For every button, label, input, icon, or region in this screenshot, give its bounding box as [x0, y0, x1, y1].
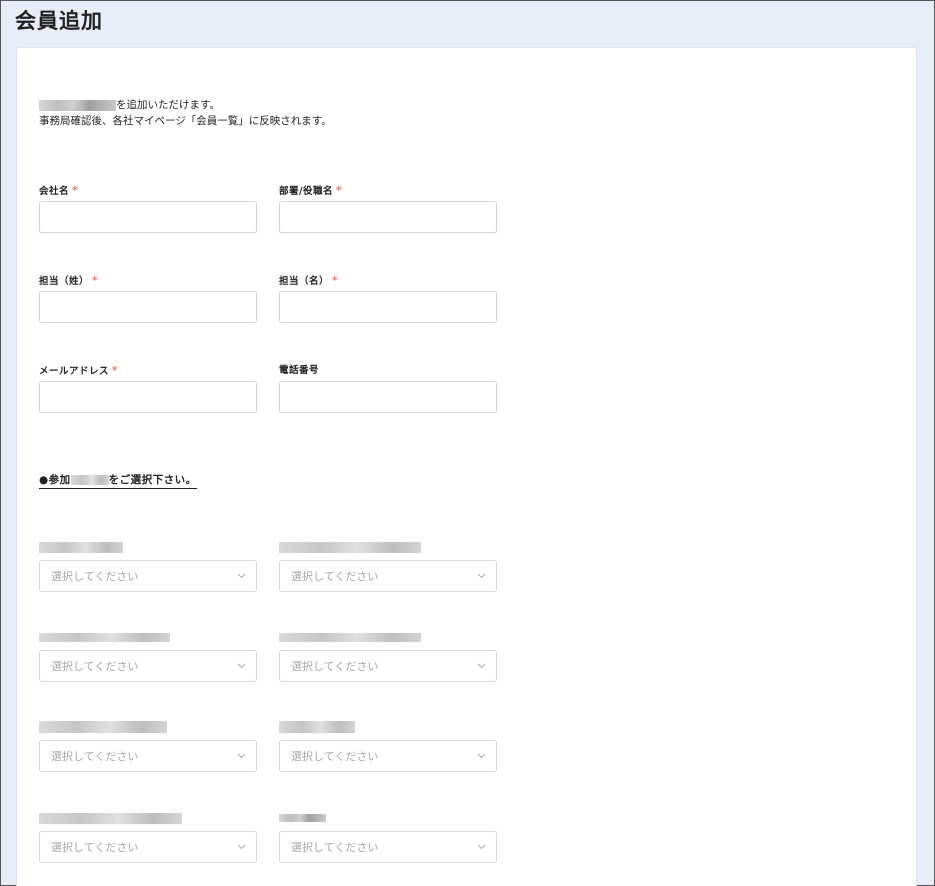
last-name-label: 担当（姓） *	[39, 273, 257, 289]
select-dropdown[interactable]: 選択してください	[279, 560, 497, 592]
redacted-text	[279, 814, 326, 822]
required-mark: *	[335, 184, 342, 197]
chevron-down-icon	[236, 661, 246, 671]
chevron-down-icon	[236, 571, 246, 581]
redacted-text	[39, 812, 182, 824]
required-mark: *	[92, 274, 99, 287]
chevron-down-icon	[236, 842, 246, 852]
select-placeholder: 選択してください	[291, 570, 379, 583]
department-title-input[interactable]	[279, 201, 497, 233]
phone-label-text: 電話番号	[279, 365, 320, 376]
select-placeholder: 選択してください	[291, 841, 379, 854]
select-label-redacted	[279, 540, 497, 554]
select-label-redacted	[279, 720, 497, 734]
required-mark: *	[112, 364, 119, 377]
intro-line-1: を追加いただけます。	[39, 97, 332, 113]
select-label-redacted	[39, 540, 257, 554]
first-name-field: 担当（名） *	[279, 273, 497, 323]
required-mark: *	[332, 274, 339, 287]
email-label-text: メールアドレス	[39, 366, 110, 377]
redacted-text	[39, 541, 123, 553]
last-name-field: 担当（姓） *	[39, 273, 257, 323]
select-field: 選択してください	[279, 630, 497, 682]
form-card: を追加いただけます。 事務局確認後、各社マイページ「会員一覧」に反映されます。 …	[16, 47, 917, 886]
last-name-input[interactable]	[39, 291, 257, 323]
select-field: 選択してください	[39, 811, 257, 863]
first-name-label: 担当（名） *	[279, 273, 497, 289]
intro-line-2: 事務局確認後、各社マイページ「会員一覧」に反映されます。	[39, 115, 332, 127]
select-dropdown[interactable]: 選択してください	[279, 831, 497, 863]
chevron-down-icon	[236, 751, 246, 761]
chevron-down-icon	[476, 571, 486, 581]
first-name-label-text: 担当（名）	[279, 276, 330, 287]
company-name-label-text: 会社名	[39, 186, 70, 197]
select-dropdown[interactable]: 選択してください	[39, 740, 257, 772]
redacted-text	[70, 475, 109, 485]
select-placeholder: 選択してください	[51, 570, 139, 583]
redacted-text	[279, 721, 355, 733]
select-dropdown[interactable]: 選択してください	[39, 650, 257, 682]
redacted-text	[279, 632, 421, 642]
last-name-label-text: 担当（姓）	[39, 276, 90, 287]
required-mark: *	[72, 184, 79, 197]
redacted-text	[39, 99, 116, 111]
department-title-label-text: 部署/役職名	[279, 186, 333, 197]
company-name-label: 会社名 *	[39, 183, 257, 199]
select-field: 選択してください	[279, 540, 497, 592]
select-field: 選択してください	[39, 630, 257, 682]
select-label-redacted	[39, 811, 257, 825]
section-heading-suffix: をご選択下さい。	[108, 474, 197, 486]
phone-label: 電話番号	[279, 363, 497, 379]
chevron-down-icon	[476, 661, 486, 671]
select-placeholder: 選択してください	[291, 750, 379, 763]
section-heading: ●参加 をご選択下さい。	[39, 472, 197, 489]
redacted-text	[279, 541, 421, 553]
select-field: 選択してください	[39, 540, 257, 592]
page-title: 会員追加	[15, 9, 103, 33]
select-field: 選択してください	[279, 720, 497, 772]
select-dropdown[interactable]: 選択してください	[39, 831, 257, 863]
email-field: メールアドレス *	[39, 363, 257, 413]
select-placeholder: 選択してください	[51, 750, 139, 763]
company-name-input[interactable]	[39, 201, 257, 233]
select-label-redacted	[39, 630, 257, 644]
section-heading-prefix: ●参加	[39, 474, 71, 486]
select-dropdown[interactable]: 選択してください	[39, 560, 257, 592]
select-label-redacted	[279, 811, 497, 825]
chevron-down-icon	[476, 842, 486, 852]
chevron-down-icon	[476, 751, 486, 761]
phone-field: 電話番号	[279, 363, 497, 413]
select-dropdown[interactable]: 選択してください	[279, 650, 497, 682]
redacted-text	[39, 721, 167, 733]
email-label: メールアドレス *	[39, 363, 257, 379]
select-dropdown[interactable]: 選択してください	[279, 740, 497, 772]
redacted-text	[39, 632, 170, 642]
intro-text: を追加いただけます。 事務局確認後、各社マイページ「会員一覧」に反映されます。	[39, 97, 332, 129]
department-title-field: 部署/役職名 *	[279, 183, 497, 233]
department-title-label: 部署/役職名 *	[279, 183, 497, 199]
email-input[interactable]	[39, 381, 257, 413]
select-field: 選択してください	[279, 811, 497, 863]
select-placeholder: 選択してください	[51, 841, 139, 854]
select-label-redacted	[279, 630, 497, 644]
first-name-input[interactable]	[279, 291, 497, 323]
company-name-field: 会社名 *	[39, 183, 257, 233]
intro-line-1-text: を追加いただけます。	[116, 99, 220, 111]
phone-input[interactable]	[279, 381, 497, 413]
select-placeholder: 選択してください	[51, 660, 139, 673]
select-label-redacted	[39, 720, 257, 734]
select-placeholder: 選択してください	[291, 660, 379, 673]
select-field: 選択してください	[39, 720, 257, 772]
